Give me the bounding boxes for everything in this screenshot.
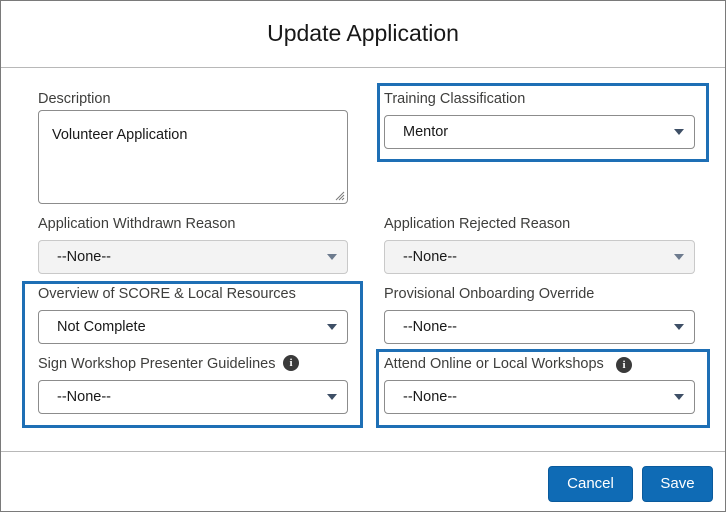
description-label: Description: [38, 91, 111, 107]
description-textarea[interactable]: Volunteer Application: [38, 110, 348, 204]
cancel-button[interactable]: Cancel: [548, 466, 633, 502]
chevron-down-icon: [674, 254, 684, 260]
rejected-reason-value: --None--: [403, 249, 457, 265]
chevron-down-icon: [674, 129, 684, 135]
sign-guidelines-label: Sign Workshop Presenter Guidelines: [38, 356, 276, 372]
chevron-down-icon: [327, 394, 337, 400]
chevron-down-icon: [674, 324, 684, 330]
withdrawn-reason-select[interactable]: --None--: [38, 240, 348, 274]
sign-guidelines-select[interactable]: --None--: [38, 380, 348, 414]
rejected-reason-select[interactable]: --None--: [384, 240, 695, 274]
provisional-override-value: --None--: [403, 319, 457, 335]
training-classification-select[interactable]: Mentor: [384, 115, 695, 149]
overview-score-label: Overview of SCORE & Local Resources: [38, 286, 296, 302]
training-classification-value: Mentor: [403, 124, 449, 140]
attend-workshops-value: --None--: [403, 389, 457, 405]
info-icon[interactable]: i: [283, 355, 299, 371]
chevron-down-icon: [674, 394, 684, 400]
provisional-override-label: Provisional Onboarding Override: [384, 286, 595, 302]
dialog-title: Update Application: [267, 20, 459, 46]
dialog-header: Update Application: [1, 1, 725, 68]
overview-score-select[interactable]: Not Complete: [38, 310, 348, 344]
chevron-down-icon: [327, 254, 337, 260]
training-classification-label: Training Classification: [384, 91, 526, 107]
chevron-down-icon: [327, 324, 337, 330]
withdrawn-reason-value: --None--: [57, 249, 111, 265]
info-icon[interactable]: i: [616, 357, 632, 373]
provisional-override-select[interactable]: --None--: [384, 310, 695, 344]
resize-handle-icon[interactable]: [333, 189, 345, 201]
sign-guidelines-value: --None--: [57, 389, 111, 405]
description-value: Volunteer Application: [52, 127, 188, 143]
attend-workshops-label: Attend Online or Local Workshops: [384, 356, 604, 372]
withdrawn-reason-label: Application Withdrawn Reason: [38, 216, 236, 232]
update-application-dialog: Update Application Description Volunteer…: [0, 0, 726, 512]
rejected-reason-label: Application Rejected Reason: [384, 216, 571, 232]
overview-score-value: Not Complete: [57, 319, 146, 335]
attend-workshops-select[interactable]: --None--: [384, 380, 695, 414]
save-button[interactable]: Save: [642, 466, 713, 502]
